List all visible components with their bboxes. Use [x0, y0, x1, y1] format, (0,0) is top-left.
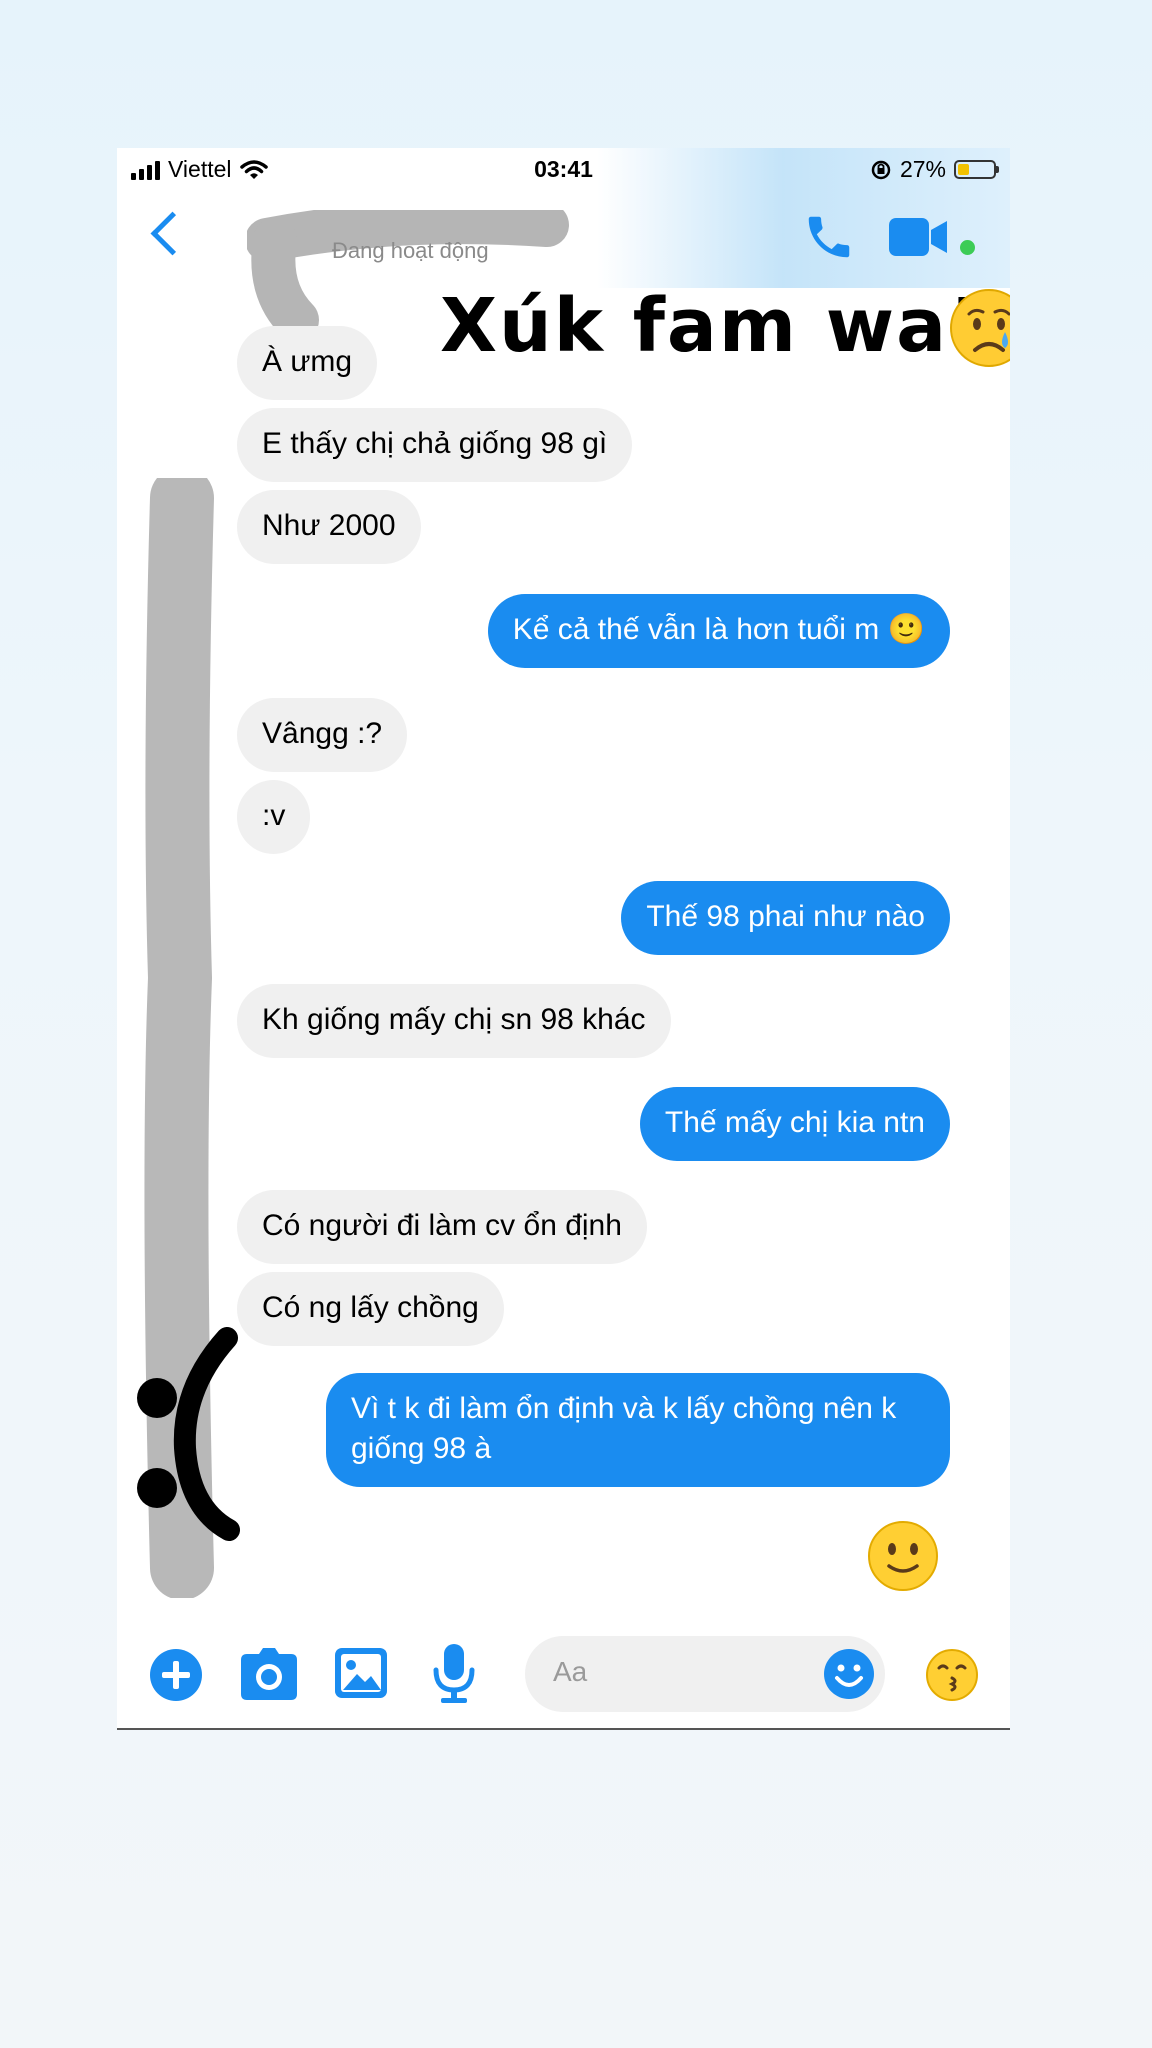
active-status: Đang hoạt động: [332, 238, 489, 263]
message-input[interactable]: Aa: [525, 1636, 885, 1712]
message-received: Kh giống mấy chị sn 98 khác: [237, 984, 671, 1058]
camera-icon[interactable]: [241, 1648, 297, 1700]
online-indicator: [960, 240, 975, 255]
message-sent: Thế mấy chị kia ntn: [639, 1087, 950, 1161]
smile-emoji-icon: [868, 1521, 938, 1591]
rotation-lock-icon: [871, 160, 891, 179]
message-received: Vângg :?: [237, 698, 408, 772]
message-received: Có người đi làm cv ổn định: [237, 1190, 647, 1264]
messenger-screenshot: Viettel 03:41 27% Đang hoạt động Xúk fam…: [117, 148, 1010, 1730]
message-received: E thấy chị chả giống 98 gì: [237, 408, 633, 482]
image-gallery-icon[interactable]: [335, 1648, 387, 1698]
microphone-icon[interactable]: [433, 1644, 475, 1704]
message-received: Có ng lấy chồng: [237, 1272, 504, 1346]
message-received: À ưmg: [237, 326, 378, 400]
crying-face-icon: [950, 289, 1010, 367]
message-sent: Kể cả thế vẫn là hơn tuổi m 🙂: [487, 594, 950, 668]
video-call-icon[interactable]: [889, 216, 949, 258]
sad-face-doodle: [137, 1327, 240, 1541]
kiss-emoji-button[interactable]: [925, 1648, 979, 1702]
battery-percent: 27%: [899, 156, 946, 182]
plus-icon[interactable]: [149, 1648, 203, 1702]
message-sent: Thế 98 phai như nào: [621, 881, 950, 955]
emoji-picker-icon[interactable]: [823, 1648, 875, 1700]
conversation-header: Đang hoạt động: [117, 190, 1010, 342]
back-button[interactable]: [150, 211, 195, 256]
message-received: Như 2000: [237, 490, 421, 564]
overlay-caption: Xúk fam wa”: [440, 283, 999, 369]
input-placeholder: Aa: [553, 1656, 588, 1687]
message-received: :v: [237, 780, 311, 854]
battery-icon: [954, 160, 999, 179]
message-sent: Vì t k đi làm ổn định và k lấy chồng nên…: [326, 1373, 950, 1487]
composer-bar: Aa: [117, 1626, 1010, 1726]
phone-call-icon[interactable]: [802, 210, 856, 264]
status-bar: Viettel 03:41 27%: [117, 148, 1010, 190]
